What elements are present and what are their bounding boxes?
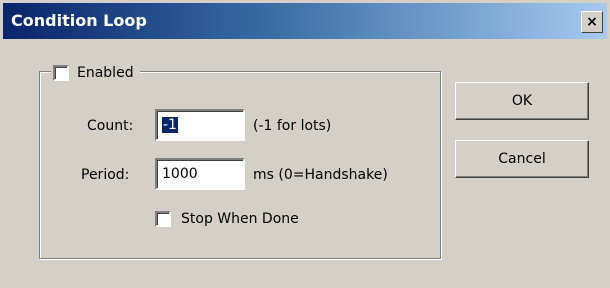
count-input[interactable]: -1 <box>155 109 245 141</box>
enabled-checkbox-row[interactable]: Enabled <box>51 62 140 84</box>
count-value: -1 <box>162 117 178 133</box>
stop-when-done-checkbox[interactable] <box>155 211 171 227</box>
period-hint: ms (0=Handshake) <box>253 167 388 183</box>
close-icon: × <box>586 14 598 30</box>
period-value: 1000 <box>162 166 198 182</box>
title-bar[interactable]: Condition Loop × <box>3 3 607 39</box>
count-hint: (-1 for lots) <box>253 118 332 134</box>
cancel-button[interactable]: Cancel <box>455 140 589 178</box>
ok-button[interactable]: OK <box>455 82 589 120</box>
close-button[interactable]: × <box>581 11 603 33</box>
enabled-label: Enabled <box>77 65 134 81</box>
dialog-window: Condition Loop × Enabled Count: -1 (-1 f… <box>0 0 610 288</box>
period-input[interactable]: 1000 <box>155 158 245 190</box>
stop-when-done-label: Stop When Done <box>181 211 299 227</box>
period-label: Period: <box>81 167 130 183</box>
count-label: Count: <box>87 118 134 134</box>
stop-when-done-row[interactable]: Stop When Done <box>155 211 299 227</box>
enabled-checkbox[interactable] <box>53 65 69 81</box>
window-title: Condition Loop <box>11 11 147 30</box>
